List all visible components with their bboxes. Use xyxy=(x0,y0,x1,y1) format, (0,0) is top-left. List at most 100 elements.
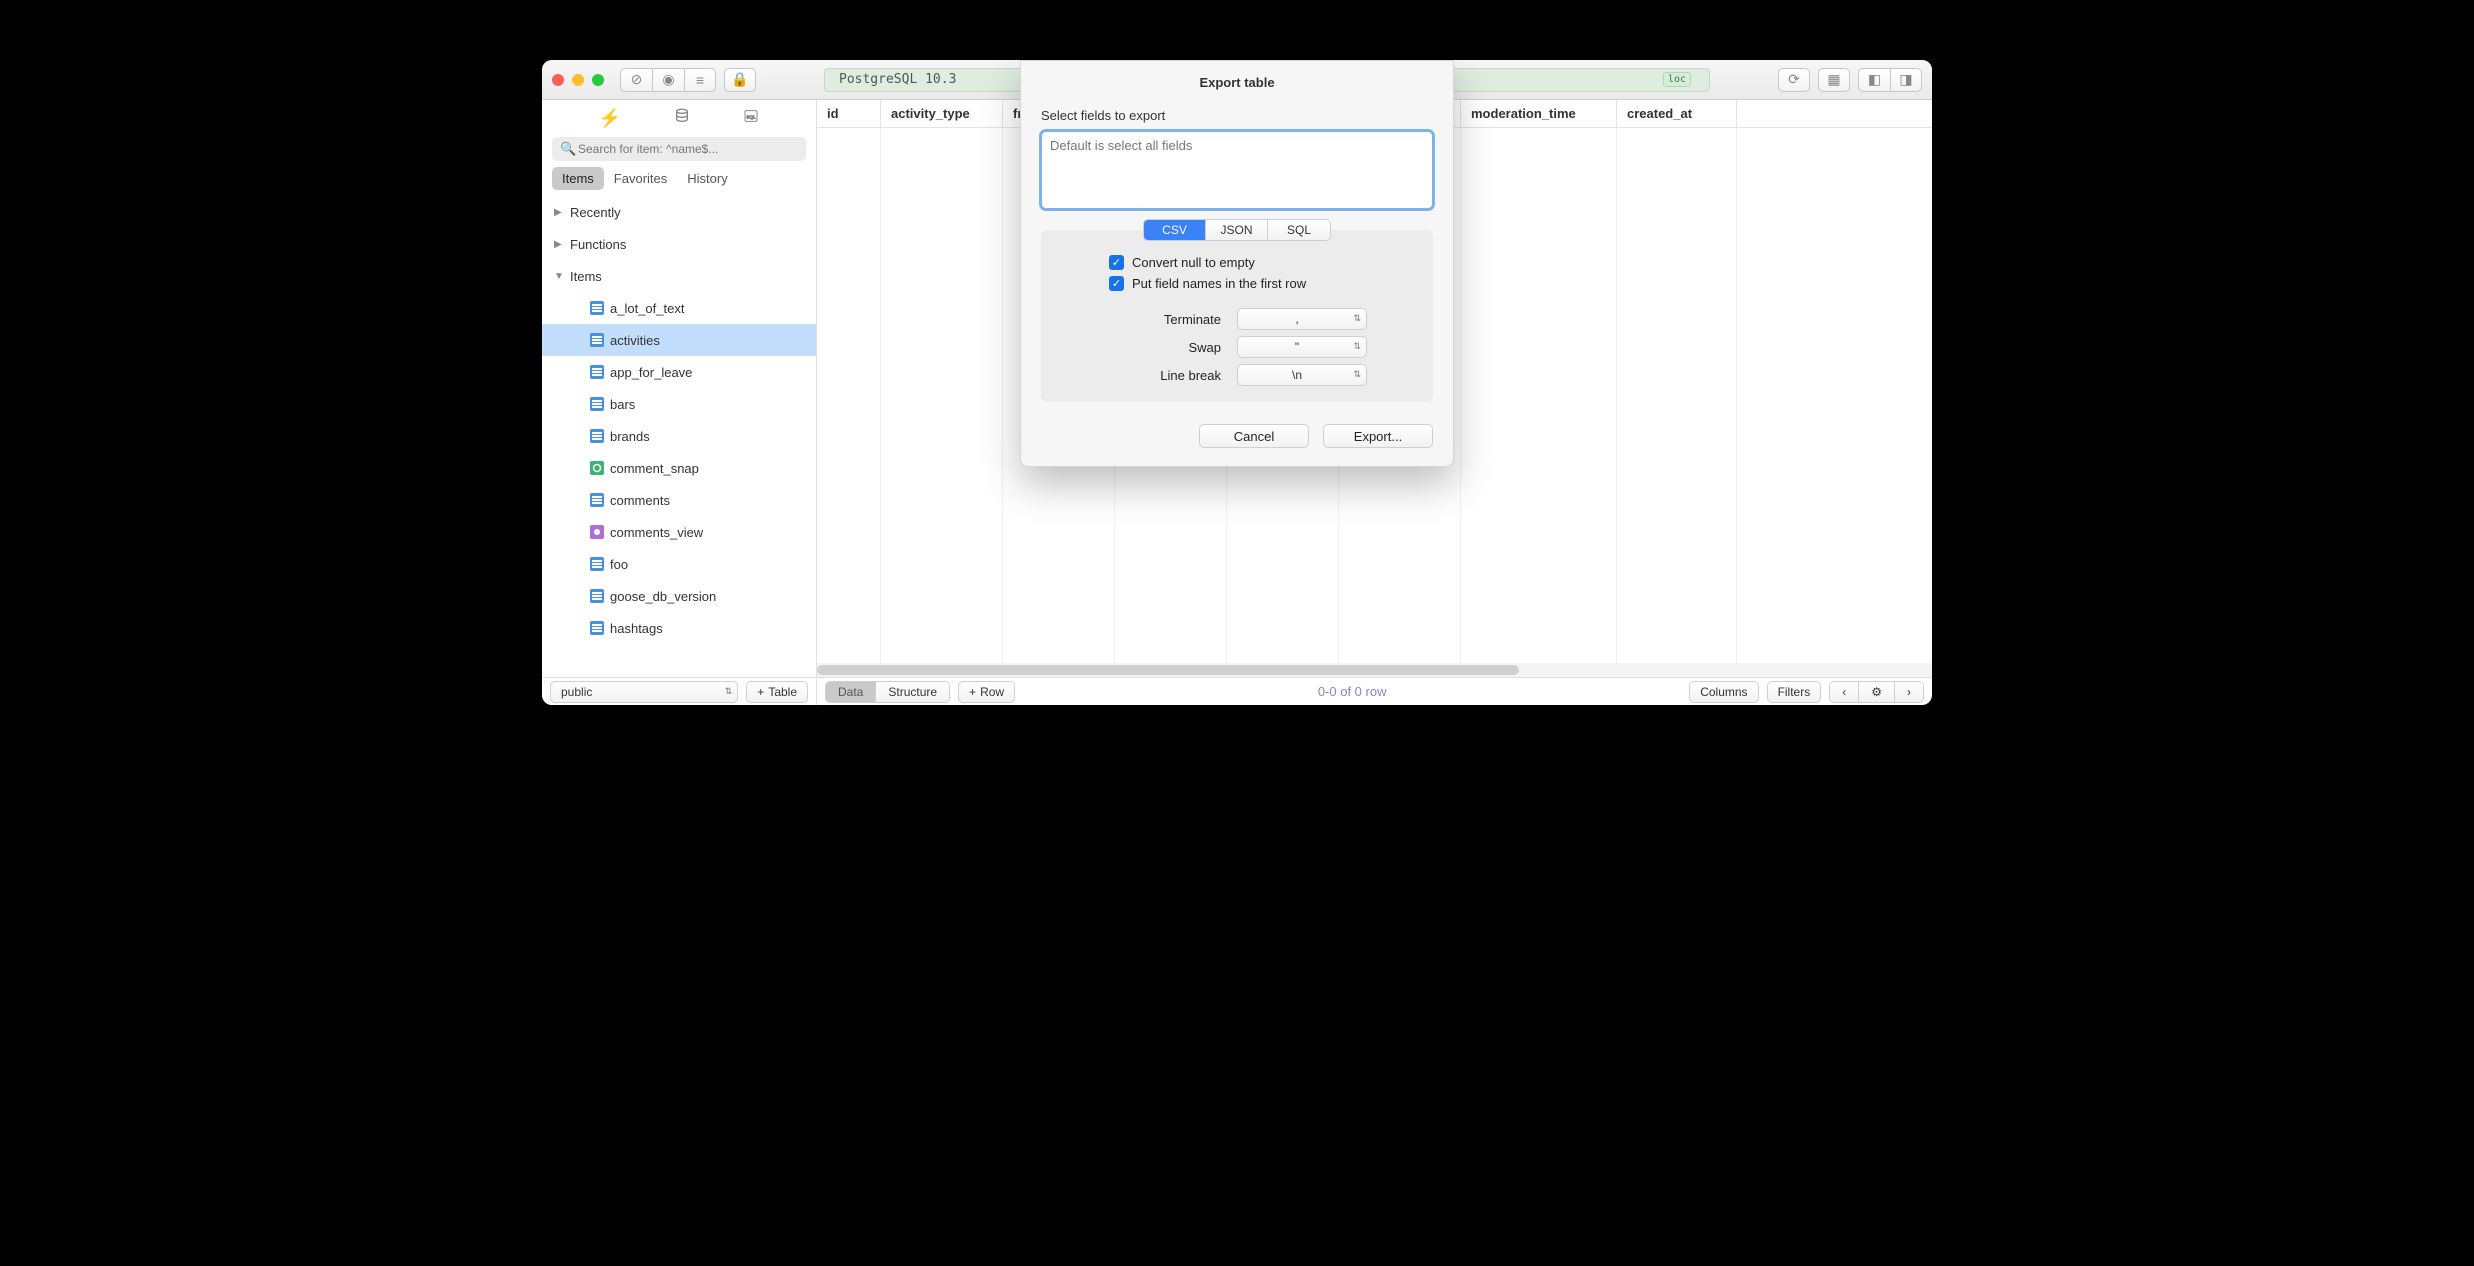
column-header-activity_type[interactable]: activity_type xyxy=(881,100,1003,127)
plus-icon: + xyxy=(757,685,764,699)
select-fields-label: Select fields to export xyxy=(1041,108,1433,123)
swap-row: Swap "⇅ xyxy=(1041,330,1433,358)
main-footer: Data Structure + Row 0-0 of 0 row Column… xyxy=(817,677,1932,705)
lock-button[interactable]: 🔒 xyxy=(724,68,756,92)
format-json-button[interactable]: JSON xyxy=(1206,220,1268,240)
tab-items[interactable]: Items xyxy=(552,167,604,190)
table-icon xyxy=(590,429,604,443)
tab-history[interactable]: History xyxy=(677,167,737,190)
grid-mode-button[interactable]: ▦ xyxy=(1818,68,1850,92)
table-icon xyxy=(590,365,604,379)
add-table-button[interactable]: + Table xyxy=(746,681,808,703)
sidebar-item-a_lot_of_text[interactable]: a_lot_of_text xyxy=(542,292,816,324)
terminate-select[interactable]: ,⇅ xyxy=(1237,308,1367,330)
footer-right: Columns Filters ‹ ⚙ › xyxy=(1689,681,1924,703)
export-button[interactable]: Export... xyxy=(1323,424,1433,448)
sidebar-search-wrap: 🔍 xyxy=(542,137,816,167)
scrollbar-thumb[interactable] xyxy=(817,665,1519,675)
view-data-button[interactable]: Data xyxy=(826,682,876,702)
dialog-actions: Cancel Export... xyxy=(1041,424,1433,448)
cancel-button[interactable]: Cancel xyxy=(1199,424,1309,448)
panel-toggle-group: ◧ ◨ xyxy=(1858,68,1922,92)
table-icon xyxy=(590,557,604,571)
field-names-row[interactable]: ✓ Put field names in the first row xyxy=(1041,273,1433,294)
sidebar-item-hashtags[interactable]: hashtags xyxy=(542,612,816,644)
search-icon: 🔍 xyxy=(560,141,576,157)
chevron-updown-icon: ⇅ xyxy=(1353,343,1361,350)
left-panel-icon: ◧ xyxy=(1868,71,1881,88)
schema-select[interactable]: public ⇅ xyxy=(550,681,738,703)
database-icon[interactable] xyxy=(674,108,690,129)
sidebar-item-foo[interactable]: foo xyxy=(542,548,816,580)
sidebar-item-activities[interactable]: activities xyxy=(542,324,816,356)
sidebar-item-goose_db_version[interactable]: goose_db_version xyxy=(542,580,816,612)
horizontal-scrollbar[interactable] xyxy=(817,663,1932,677)
zoom-window-button[interactable] xyxy=(592,74,604,86)
sidebar-item-brands[interactable]: brands xyxy=(542,420,816,452)
sidebar-item-bars[interactable]: bars xyxy=(542,388,816,420)
column-header-id[interactable]: id xyxy=(817,100,881,127)
close-window-button[interactable] xyxy=(552,74,564,86)
sidebar-item-app_for_leave[interactable]: app_for_leave xyxy=(542,356,816,388)
linebreak-select[interactable]: \n⇅ xyxy=(1237,364,1367,386)
checkbox-checked-icon: ✓ xyxy=(1109,276,1124,291)
table-label: comments_view xyxy=(610,525,703,540)
table-icon xyxy=(590,589,604,603)
view-mode-segment: Data Structure xyxy=(825,681,950,703)
sidebar-item-comments_view[interactable]: comments_view xyxy=(542,516,816,548)
table-label: hashtags xyxy=(610,621,663,636)
null-to-empty-row[interactable]: ✓ Convert null to empty xyxy=(1041,252,1433,273)
sidebar-search-input[interactable] xyxy=(552,137,806,161)
columns-button[interactable]: Columns xyxy=(1689,681,1758,703)
right-panel-toggle[interactable]: ◨ xyxy=(1890,68,1922,92)
tree-items[interactable]: ▼Items xyxy=(542,260,816,292)
next-page-button[interactable]: › xyxy=(1895,682,1923,702)
pager-settings-button[interactable]: ⚙ xyxy=(1859,682,1895,702)
tree-recently[interactable]: ▶Recently xyxy=(542,196,816,228)
connection-icon[interactable]: ⚡ xyxy=(599,108,621,129)
grid-icon: ▦ xyxy=(1827,71,1840,88)
table-label: activities xyxy=(610,333,660,348)
window-controls xyxy=(552,74,604,86)
table-icon xyxy=(590,397,604,411)
cancel-query-button[interactable]: ⊘ xyxy=(620,68,652,92)
sidebar-tree: ▶Recently ▶Functions ▼Items a_lot_of_tex… xyxy=(542,196,816,677)
sidebar-item-comment_snap[interactable]: comment_snap xyxy=(542,452,816,484)
swap-select[interactable]: "⇅ xyxy=(1237,336,1367,358)
snap-icon xyxy=(590,461,604,475)
column-header-created_at[interactable]: created_at xyxy=(1617,100,1737,127)
lock-icon: 🔒 xyxy=(731,71,748,88)
chevron-right-icon: ▶ xyxy=(554,207,564,218)
preview-button[interactable]: ◉ xyxy=(652,68,684,92)
table-label: comment_snap xyxy=(610,461,699,476)
table-label: comments xyxy=(610,493,670,508)
filters-button[interactable]: Filters xyxy=(1767,681,1822,703)
format-segment: CSV JSON SQL xyxy=(1143,219,1331,241)
sql-icon[interactable]: SQL xyxy=(743,108,759,129)
view-structure-button[interactable]: Structure xyxy=(876,682,949,702)
terminate-row: Terminate ,⇅ xyxy=(1041,302,1433,330)
linebreak-row: Line break \n⇅ xyxy=(1041,358,1433,386)
refresh-button[interactable]: ⟳ xyxy=(1778,68,1810,92)
svg-text:SQL: SQL xyxy=(747,115,757,120)
left-panel-toggle[interactable]: ◧ xyxy=(1858,68,1890,92)
table-label: a_lot_of_text xyxy=(610,301,684,316)
refresh-icon: ⟳ xyxy=(1788,71,1800,88)
sidebar-item-comments[interactable]: comments xyxy=(542,484,816,516)
fields-textarea[interactable] xyxy=(1041,131,1433,209)
add-row-button[interactable]: + Row xyxy=(958,681,1015,703)
table-label: goose_db_version xyxy=(610,589,716,604)
dialog-title: Export table xyxy=(1041,75,1433,90)
chevron-down-icon: ▼ xyxy=(554,271,564,282)
format-csv-button[interactable]: CSV xyxy=(1144,220,1206,240)
table-label: foo xyxy=(610,557,628,572)
tree-functions[interactable]: ▶Functions xyxy=(542,228,816,260)
tab-favorites[interactable]: Favorites xyxy=(604,167,677,190)
prev-page-button[interactable]: ‹ xyxy=(1830,682,1859,702)
export-dialog: Export table Select fields to export CSV… xyxy=(1020,60,1454,467)
list-button[interactable]: ≡ xyxy=(684,68,716,92)
column-header-moderation_time[interactable]: moderation_time xyxy=(1461,100,1617,127)
minimize-window-button[interactable] xyxy=(572,74,584,86)
query-history-group: ⊘ ◉ ≡ xyxy=(620,68,716,92)
format-sql-button[interactable]: SQL xyxy=(1268,220,1330,240)
